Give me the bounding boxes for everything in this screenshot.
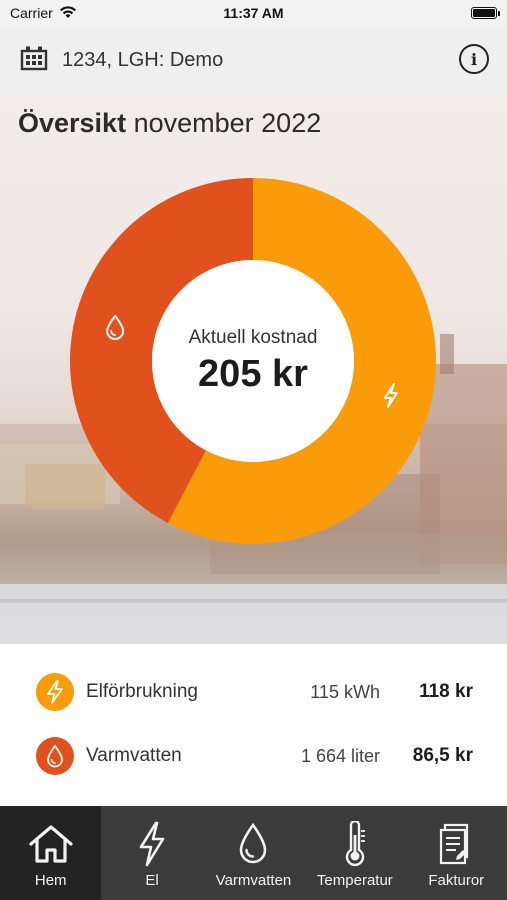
- thermometer-icon: [341, 821, 369, 867]
- consumption-label: Elförbrukning: [86, 681, 198, 702]
- donut-center: Aktuell kostnad 205 kr: [153, 261, 353, 461]
- tab-el[interactable]: El: [101, 806, 202, 900]
- battery-icon: [471, 7, 500, 19]
- tab-bar: Hem El Varmvatten Temperatur Fakturor: [0, 806, 507, 900]
- building-icon: [20, 45, 48, 76]
- current-cost-label: Aktuell kostnad: [188, 326, 318, 348]
- tab-label: Hem: [34, 872, 67, 889]
- status-bar: Carrier 11:37 AM: [0, 0, 507, 26]
- lightning-icon: [137, 821, 167, 867]
- water-drop-icon: [36, 737, 74, 775]
- consumption-cost: 86,5 kr: [412, 745, 473, 766]
- tab-label: Temperatur: [316, 872, 393, 889]
- tab-varmvatten[interactable]: Varmvatten: [203, 806, 304, 900]
- consumption-row-hot-water[interactable]: Varmvatten 1 664 liter 86,5 kr: [0, 726, 507, 786]
- consumption-label: Varmvatten: [86, 745, 182, 766]
- info-button[interactable]: i: [459, 44, 489, 74]
- overview-title: Översikt november 2022: [18, 108, 321, 139]
- carrier-label: Carrier: [10, 5, 53, 21]
- carrier-info: Carrier: [10, 5, 77, 22]
- tab-temperatur[interactable]: Temperatur: [304, 806, 405, 900]
- cost-donut-chart: Aktuell kostnad 205 kr: [70, 178, 436, 544]
- current-cost-value: 205 kr: [198, 352, 308, 395]
- lightning-icon: [36, 673, 74, 711]
- tab-label: Fakturor: [428, 872, 485, 889]
- invoice-icon: [439, 822, 473, 866]
- consumption-amount: 1 664 liter: [300, 745, 380, 766]
- wifi-icon: [59, 5, 77, 22]
- overview-panel: Översikt november 2022 Aktuell kostnad 2…: [0, 94, 507, 644]
- apartment-title: 1234, LGH: Demo: [62, 48, 224, 71]
- home-icon: [28, 822, 74, 866]
- consumption-list: Elförbrukning 115 kWh 118 kr Varmvatten …: [0, 644, 507, 806]
- consumption-row-electricity[interactable]: Elförbrukning 115 kWh 118 kr: [0, 662, 507, 722]
- tab-hem[interactable]: Hem: [0, 806, 102, 900]
- consumption-amount: 115 kWh: [310, 681, 380, 702]
- app-header: 1234, LGH: Demo i: [0, 26, 507, 94]
- water-drop-icon: [236, 822, 270, 866]
- overview-title-bold: Översikt: [18, 108, 127, 138]
- consumption-cost: 118 kr: [419, 681, 473, 702]
- info-icon: i: [470, 49, 478, 69]
- tab-label: El: [145, 872, 159, 889]
- tab-label: Varmvatten: [215, 872, 292, 889]
- tab-fakturor[interactable]: Fakturor: [406, 806, 507, 900]
- overview-title-period: november 2022: [133, 108, 322, 138]
